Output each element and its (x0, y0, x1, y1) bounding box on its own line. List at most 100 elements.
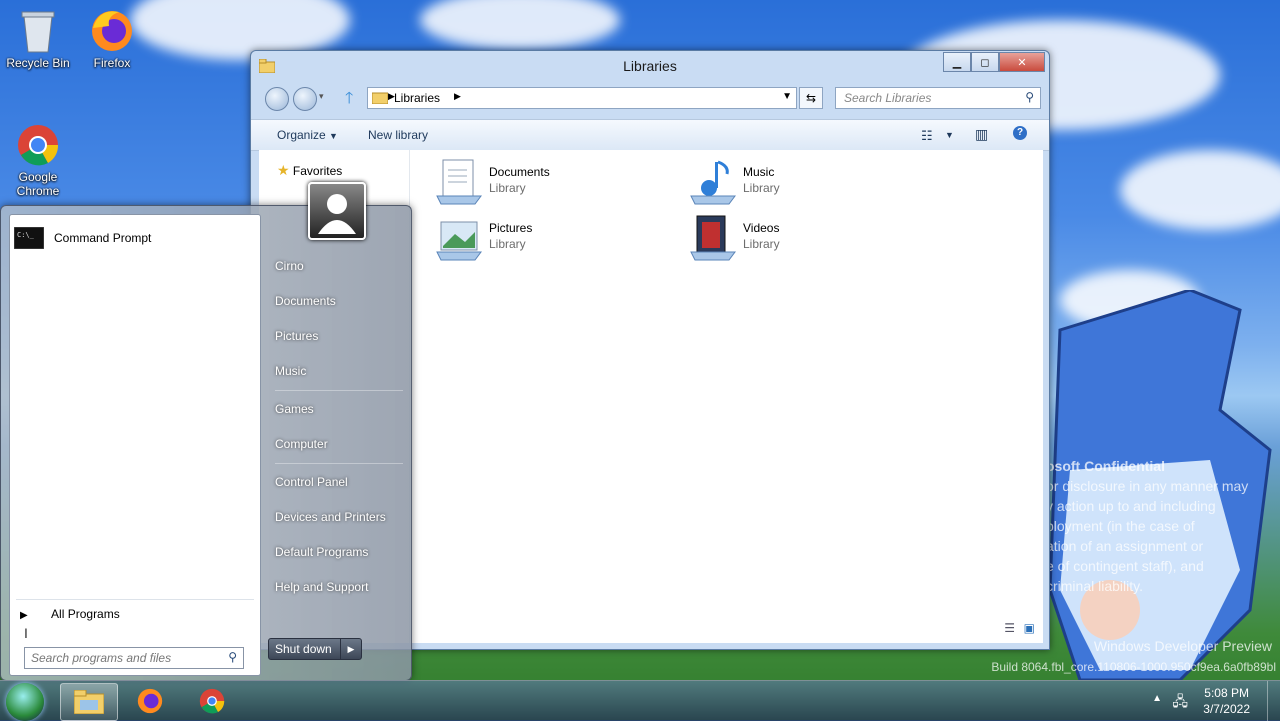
navigation-bar: ▾ 🡑 ▶ Libraries ▶ ▼ ⇆ Search Libraries ⚲ (259, 87, 1043, 111)
minimize-button[interactable]: ▁ (943, 52, 971, 72)
user-avatar[interactable] (308, 182, 366, 240)
watermark-line: ation of an assignment or (1046, 538, 1204, 554)
all-programs-button[interactable]: ▶ All Programs (20, 607, 120, 621)
up-arrow-icon[interactable]: 🡑 (345, 87, 353, 114)
address-dropdown-icon[interactable]: ▼ (782, 91, 792, 102)
start-link-default-programs[interactable]: Default Programs (275, 545, 368, 559)
library-type: Library (489, 181, 526, 195)
start-search-input[interactable]: Search programs and files ⚲ (24, 647, 244, 669)
start-link-control-panel[interactable]: Control Panel (275, 475, 348, 489)
start-link-music[interactable]: Music (275, 364, 306, 378)
taskbar-explorer-button[interactable] (60, 683, 118, 721)
start-link-pictures[interactable]: Pictures (275, 329, 318, 343)
library-documents[interactable]: Documents Library (435, 158, 655, 208)
user-folder-link[interactable]: Cirno (275, 259, 304, 273)
watermark-confidential-title: osoft Confidential (1046, 458, 1165, 474)
desktop-icon-google-chrome[interactable]: Google Chrome (0, 122, 76, 198)
change-view-icon[interactable]: ☷ (921, 128, 933, 144)
library-music[interactable]: Music Library (689, 158, 909, 208)
program-command-prompt[interactable]: C:\_ Command Prompt (14, 223, 254, 253)
documents-library-icon (436, 159, 482, 205)
close-button[interactable]: ✕ (999, 52, 1045, 72)
all-programs-label: All Programs (51, 607, 120, 621)
programs-separator (16, 599, 254, 600)
library-videos[interactable]: Videos Library (689, 214, 909, 264)
library-name: Music (743, 165, 775, 179)
shut-down-label: Shut down (275, 642, 332, 656)
watermark-line: y action up to and including (1046, 498, 1216, 514)
clock-date: 3/7/2022 (1203, 702, 1250, 716)
libraries-icon (372, 92, 388, 104)
watermark-build: Build 8064.fbl_core.110806-1000.950cf9ea… (991, 660, 1276, 674)
command-bar: Organize ▼ New library ☷ ▼ ▥ ? (251, 119, 1049, 151)
breadcrumb-separator-icon[interactable]: ▶ (454, 91, 461, 102)
recent-pages-dropdown-icon[interactable]: ▾ (319, 91, 324, 102)
large-icons-view-icon[interactable]: ▣ (1024, 621, 1035, 635)
watermark-line: ployment (in the case of (1046, 518, 1195, 534)
start-link-documents[interactable]: Documents (275, 294, 336, 308)
help-icon[interactable]: ? (1013, 126, 1027, 140)
library-name: Videos (743, 221, 780, 235)
breadcrumb-libraries[interactable]: Libraries (394, 91, 440, 105)
library-type: Library (743, 181, 780, 195)
start-menu[interactable]: C:\_ Command Prompt ▶ All Programs I Sea… (0, 205, 412, 681)
network-icon[interactable]: 🖧 (1172, 691, 1188, 715)
shut-down-options-icon[interactable]: ▶ (340, 639, 361, 659)
organize-button[interactable]: Organize ▼ (277, 128, 338, 142)
search-icon: ⚲ (228, 650, 237, 664)
back-button[interactable] (265, 87, 289, 111)
user-silhouette-icon (318, 194, 356, 234)
music-library-icon (690, 160, 736, 205)
start-search-placeholder: Search programs and files (31, 651, 172, 665)
firefox-icon (137, 688, 163, 714)
start-button[interactable] (6, 683, 44, 721)
library-pictures[interactable]: Pictures Library (435, 214, 655, 264)
minimize-icon: ▁ (952, 56, 962, 69)
chrome-icon (199, 688, 225, 714)
start-link-games[interactable]: Games (275, 402, 314, 416)
system-clock[interactable]: 5:08 PM 3/7/2022 (1203, 685, 1250, 717)
taskbar-chrome-button[interactable] (184, 683, 240, 719)
desktop-icon-label: Google Chrome (16, 170, 60, 198)
taskbar-firefox-button[interactable] (122, 683, 178, 719)
search-placeholder: Search Libraries (844, 91, 932, 105)
details-view-icon[interactable]: ☰ (1004, 621, 1015, 635)
refresh-button[interactable]: ⇆ (799, 87, 823, 109)
svg-text:C:\_: C:\_ (17, 231, 35, 239)
maximize-button[interactable]: ◻ (971, 52, 999, 72)
videos-library-icon (690, 215, 736, 261)
triangle-right-icon: ▶ (20, 610, 28, 621)
start-programs-pane: C:\_ Command Prompt ▶ All Programs I Sea… (9, 214, 261, 676)
library-name: Pictures (489, 221, 533, 235)
taskbar: ▲ 🖧 5:08 PM 3/7/2022 (0, 680, 1280, 721)
chevron-down-icon: ▼ (329, 131, 338, 141)
show-hidden-icons-icon[interactable]: ▲ (1152, 693, 1162, 704)
watermark-line: criminal liability. (1046, 578, 1143, 594)
forward-button[interactable] (293, 87, 317, 111)
chrome-icon (18, 125, 59, 166)
title-bar[interactable]: Libraries ▁ ◻ ✕ (251, 51, 1049, 83)
library-type: Library (489, 237, 526, 251)
desktop-icon-firefox[interactable]: Firefox (74, 8, 150, 70)
shut-down-button[interactable]: Shut down ▶ (268, 638, 362, 660)
new-library-button[interactable]: New library (368, 128, 428, 142)
command-prompt-icon: C:\_ (14, 227, 44, 249)
view-options-dropdown-icon[interactable]: ▼ (945, 130, 954, 140)
clock-time: 5:08 PM (1204, 686, 1249, 700)
close-icon: ✕ (1017, 56, 1027, 69)
refresh-icon: ⇆ (805, 91, 817, 105)
nav-label: Favorites (292, 164, 343, 178)
watermark-build: Windows Developer Preview (1093, 638, 1272, 654)
text-cursor-icon: I (24, 625, 28, 641)
show-desktop-button[interactable] (1267, 681, 1280, 721)
library-name: Documents (489, 165, 550, 179)
start-link-devices-and-printers[interactable]: Devices and Printers (275, 510, 386, 524)
search-libraries-input[interactable]: Search Libraries ⚲ (835, 87, 1041, 109)
address-bar[interactable]: ▶ Libraries ▶ ▼ (367, 87, 797, 109)
start-link-help-and-support[interactable]: Help and Support (275, 580, 368, 594)
preview-pane-icon[interactable]: ▥ (975, 126, 988, 143)
start-link-computer[interactable]: Computer (275, 437, 328, 451)
search-icon: ⚲ (1025, 90, 1034, 104)
nav-item-favorites[interactable]: ★ Favorites (277, 162, 342, 179)
desktop-icon-recycle-bin[interactable]: Recycle Bin (0, 8, 76, 70)
